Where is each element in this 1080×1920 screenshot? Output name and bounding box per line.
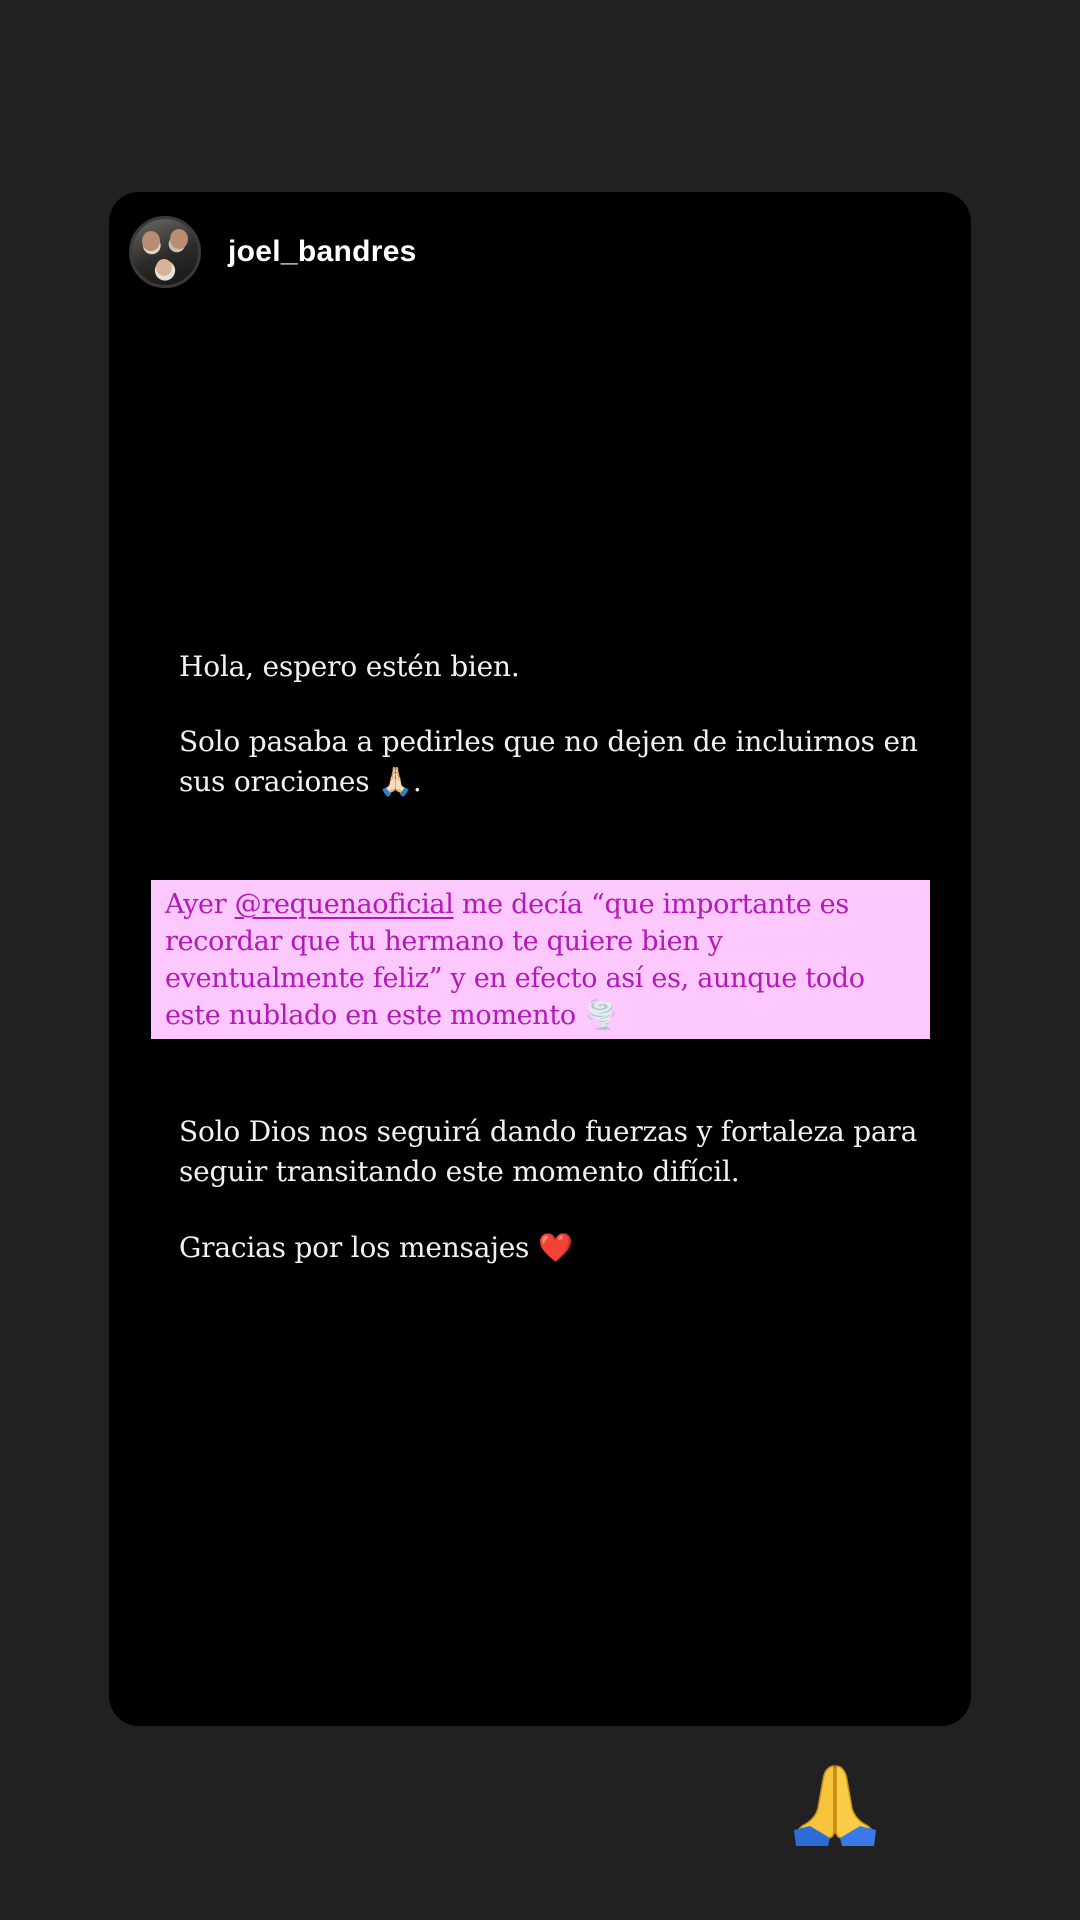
highlighted-quote: Ayer @requenaoficial me decía “que impor… [151, 880, 930, 1039]
username[interactable]: joel_bandres [228, 235, 417, 269]
paragraph-greeting: Hola, espero estén bien. [179, 650, 520, 683]
story-card: joel_bandres Hola, espero estén bien. So… [109, 192, 971, 1726]
profile-avatar[interactable] [129, 216, 201, 288]
paragraph-request-text: Solo pasaba a pedirles que no dejen de i… [179, 725, 918, 798]
praying-hands-sticker-icon[interactable] [790, 1758, 880, 1848]
praying-hands-icon: 🙏🏻 [378, 765, 413, 798]
quote-prefix: Ayer [165, 889, 235, 920]
paragraph-thanks-text: Gracias por los mensajes [179, 1231, 530, 1264]
paragraph-faith: Solo Dios nos seguirá dando fuerzas y fo… [179, 1115, 918, 1188]
red-heart-icon: ❤️ [537, 1231, 573, 1264]
paragraph-thanks: Gracias por los mensajes ❤️ [179, 1228, 939, 1268]
story-header: joel_bandres [129, 212, 417, 292]
paragraph-request-end: . [412, 765, 422, 798]
paragraph-request: Solo pasaba a pedirles que no dejen de i… [179, 722, 939, 802]
mention-link[interactable]: @requenaoficial [235, 889, 454, 920]
tornado-icon: 🌪️ [584, 1000, 618, 1031]
